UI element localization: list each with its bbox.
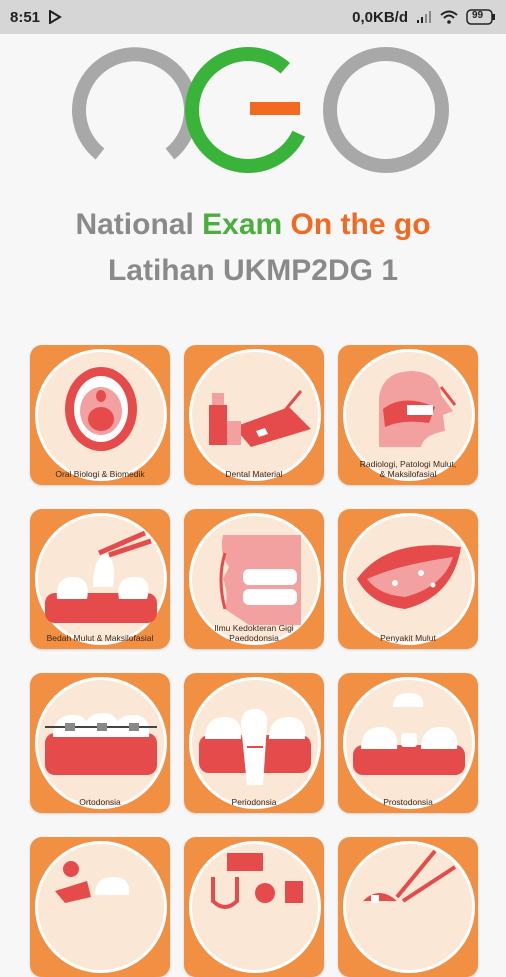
category-label: Prostodonsia: [383, 797, 433, 807]
app-title: National Exam On the go: [75, 208, 431, 241]
category-card-penyakit-mulut[interactable]: Penyakit Mulut: [338, 509, 478, 649]
category-label: Ortodonsia: [79, 797, 121, 807]
category-card-dental-material[interactable]: Dental Material: [184, 345, 324, 485]
braces-icon: [45, 713, 157, 775]
app-subtitle: Latihan UKMP2DG 1: [107, 254, 399, 287]
battery-icon: 99: [466, 9, 496, 25]
category-card-prostodonsia[interactable]: Prostodonsia: [338, 673, 478, 813]
signal-icon: [416, 10, 432, 24]
network-speed: 0,0KB/d: [352, 8, 408, 26]
endo-tools-icon: [363, 849, 457, 903]
open-mouth-icon: [65, 367, 137, 451]
denture-icon: [353, 693, 465, 775]
neo-logo: [72, 47, 449, 173]
category-card-11[interactable]: [184, 837, 324, 977]
clock: 8:51: [10, 8, 41, 26]
category-label: Bedah Mulut & Maksilofasial: [46, 633, 154, 643]
category-label: Dental Material: [225, 469, 283, 479]
category-label: Ilmu Kedokteran Gigi Paedodonsia: [214, 623, 294, 643]
category-card-bedah-mulut[interactable]: Bedah Mulut & Maksilofasial: [30, 509, 170, 649]
category-card-paedodonsia[interactable]: Ilmu Kedokteran Gigi Paedodonsia: [184, 509, 324, 649]
category-card-radiologi[interactable]: Radiologi, Patologi Mulut, & Maksilofasi…: [338, 345, 478, 485]
dental-tools-icon: [211, 853, 303, 909]
gum-tooth-icon: [199, 709, 311, 785]
category-label: Oral Biologi & Biomedik: [55, 469, 145, 479]
category-card-oral-biologi[interactable]: Oral Biologi & Biomedik: [30, 345, 170, 485]
category-grid: Oral Biologi & Biomedik Dental Material …: [30, 345, 478, 977]
category-label: Periodonsia: [231, 797, 277, 807]
play-store-icon: [48, 10, 62, 24]
category-label: Radiologi, Patologi Mulut, & Maksilofasi…: [359, 459, 457, 479]
category-card-periodonsia[interactable]: Periodonsia: [184, 673, 324, 813]
category-card-ortodonsia[interactable]: Ortodonsia: [30, 673, 170, 813]
title-highlight: Exam: [202, 208, 283, 241]
status-bar: 8:51 0,0KB/d 99: [0, 0, 506, 34]
tooth-extraction-icon: [45, 530, 157, 623]
wifi-icon: [440, 10, 458, 24]
dentist-icon: [55, 861, 130, 903]
category-card-12[interactable]: [338, 837, 478, 977]
category-card-10[interactable]: [30, 837, 170, 977]
dental-material-icon: [209, 390, 311, 447]
battery-level: 99: [472, 10, 484, 21]
category-label: Penyakit Mulut: [380, 633, 436, 643]
lips-icon: [357, 545, 461, 609]
